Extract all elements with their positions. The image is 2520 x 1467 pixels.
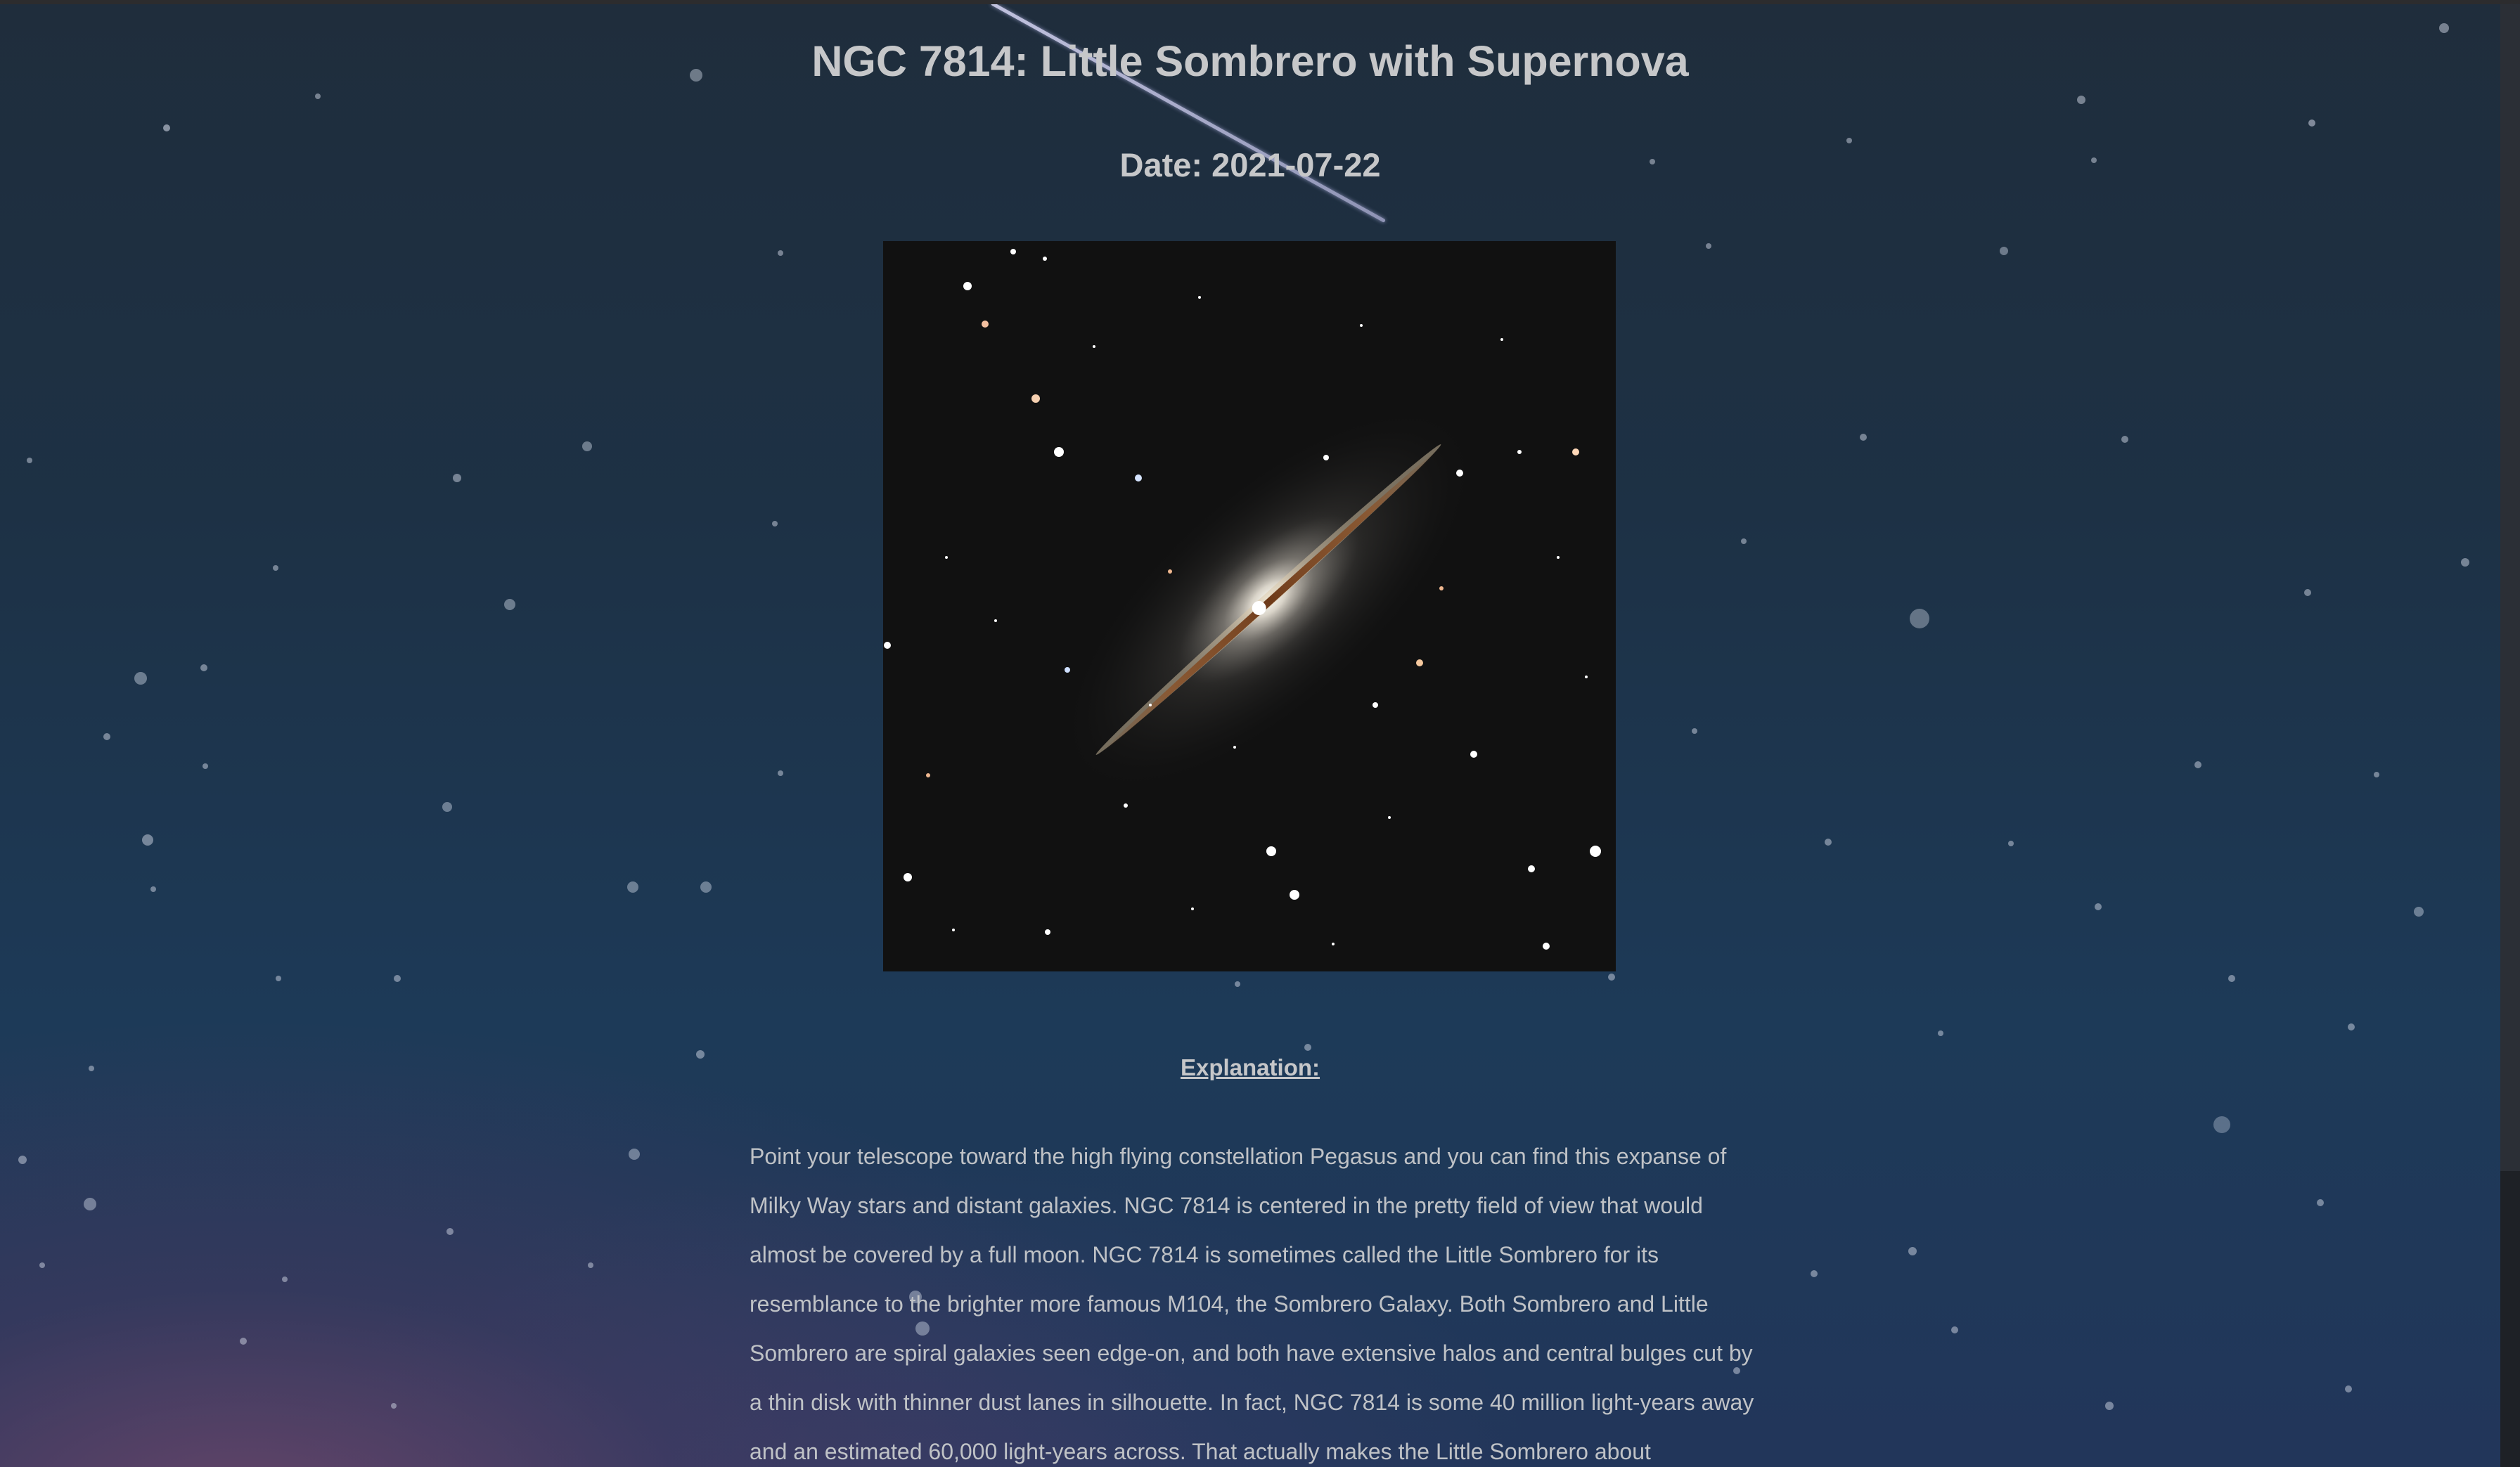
scrollbar-thumb[interactable] (2500, 1171, 2520, 1467)
apod-page: NGC 7814: Little Sombrero with Supernova… (0, 0, 2500, 1467)
page-scrollbar[interactable] (2500, 4, 2520, 1467)
page-title: NGC 7814: Little Sombrero with Supernova (811, 37, 1689, 85)
galaxy-illustration (884, 249, 1601, 950)
explanation-text: Point your telescope toward the high fly… (750, 1144, 1754, 1464)
explanation-heading: Explanation: (1180, 1054, 1320, 1080)
window-top-border (0, 0, 2520, 4)
apod-galaxy-image[interactable] (883, 241, 1616, 971)
page-date: Date: 2021-07-22 (1119, 146, 1381, 183)
